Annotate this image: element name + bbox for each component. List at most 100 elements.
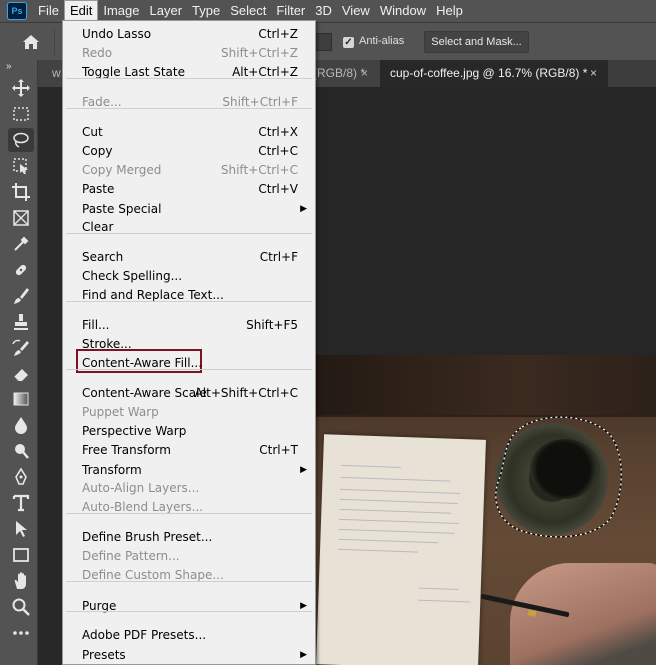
pen-tool-icon[interactable] [8,465,34,489]
object-selection-tool-icon[interactable] [8,154,34,178]
menu-type[interactable]: Type [187,0,225,22]
handwriting-line [338,548,419,553]
menu-item-shortcut: Shift+Ctrl+C [220,163,298,177]
document-tab-active[interactable]: cup-of-coffee.jpg @ 16.7% (RGB/8) * × [380,60,608,87]
handwriting-line [338,538,439,544]
submenu-arrow-icon: ▶ [300,204,307,214]
lasso-tool-icon[interactable] [8,128,34,152]
gradient-tool-icon[interactable] [8,387,34,411]
menu-item-label: Perspective Warp [82,424,187,438]
menu-item-perspective-warp[interactable]: Perspective Warp [63,422,315,441]
menu-item-find-and-replace-text[interactable]: Find and Replace Text... [63,286,315,305]
menu-item-label: Fill... [82,318,110,332]
menu-image[interactable]: Image [98,0,144,22]
crop-tool-icon[interactable] [8,180,34,204]
handwriting-line [338,528,455,534]
eraser-tool-icon[interactable] [8,362,34,386]
zoom-tool-icon[interactable] [8,595,34,619]
menu-item-copy[interactable]: Copy Ctrl+C [63,142,315,161]
menu-item-label: Stroke... [82,337,132,351]
menu-item-label: Define Custom Shape... [82,568,224,582]
tab-bar-empty [608,60,656,87]
photoshop-logo-icon[interactable]: Ps [7,2,27,20]
menu-item-puppet-warp: Puppet Warp [63,403,315,422]
dodge-tool-icon[interactable] [8,439,34,463]
menu-item-adobe-pdf-presets[interactable]: Adobe PDF Presets... [63,626,315,645]
menu-item-paste[interactable]: Paste Ctrl+V [63,180,315,199]
menu-item-shortcut: Ctrl+V [258,182,298,196]
rectangle-tool-icon[interactable] [8,543,34,567]
close-tab-icon[interactable]: × [361,60,368,87]
menu-item-undo-lasso[interactable]: Undo Lasso Ctrl+Z [63,25,315,44]
menu-edit[interactable]: Edit [63,0,99,22]
photoshop-window: Ps File Edit Image Layer Type Select Filter 3D V… [0,0,656,665]
menu-item-label: Copy [82,144,113,158]
menu-item-shortcut: Shift+Ctrl+F [222,95,298,109]
menu-file[interactable]: File [33,0,64,22]
menu-item-stroke[interactable]: Stroke... [63,335,315,354]
move-tool-icon[interactable] [8,76,34,100]
history-brush-tool-icon[interactable] [8,336,34,360]
handwritten-paper [316,434,486,665]
menu-item-shortcut: Alt+Shift+Ctrl+C [194,386,298,400]
more-tools-icon[interactable] [8,621,34,645]
menu-3d[interactable]: 3D [310,0,337,22]
handwriting-line [339,518,460,525]
menu-select[interactable]: Select [225,0,271,22]
menu-item-search[interactable]: Search Ctrl+F [63,248,315,267]
brush-tool-icon[interactable] [8,284,34,308]
menu-help[interactable]: Help [431,0,468,22]
menu-item-fill[interactable]: Fill... Shift+F5 [63,316,315,335]
submenu-arrow-icon: ▶ [300,465,307,475]
document-canvas[interactable] [316,87,656,665]
menu-item-transform[interactable]: Transform ▶ [63,461,315,480]
menu-item-define-brush-preset[interactable]: Define Brush Preset... [63,528,315,547]
blur-tool-icon[interactable] [8,413,34,437]
menu-item-label: Paste [82,182,115,196]
clone-stamp-tool-icon[interactable] [8,310,34,334]
menu-item-auto-align-layers: Auto-Align Layers... [63,479,315,498]
menu-filter[interactable]: Filter [271,0,310,22]
path-selection-tool-icon[interactable] [8,517,34,541]
menu-item-presets[interactable]: Presets ▶ [63,646,315,665]
menu-item-content-aware-fill[interactable]: Content-Aware Fill... [63,354,315,373]
home-icon[interactable] [22,34,40,50]
menu-item-free-transform[interactable]: Free Transform Ctrl+T [63,441,315,460]
menu-item-paste-special[interactable]: Paste Special ▶ [63,200,315,219]
frame-tool-icon[interactable] [8,206,34,230]
menu-window[interactable]: Window [375,0,431,22]
handwriting-line [418,599,471,603]
menu-item-purge[interactable]: Purge ▶ [63,597,315,616]
menu-item-toggle-last-state[interactable]: Toggle Last State Alt+Ctrl+Z [63,63,315,82]
healing-brush-tool-icon[interactable] [8,258,34,282]
menu-item-shortcut: Shift+F5 [246,318,298,332]
menu-item-cut[interactable]: Cut Ctrl+X [63,123,315,142]
anti-alias-checkbox[interactable]: ✓ [343,37,354,48]
submenu-arrow-icon: ▶ [300,601,307,611]
type-tool-icon[interactable] [8,491,34,515]
menu-item-label: Undo Lasso [82,27,152,41]
menu-item-label: Search [82,250,124,264]
marquee-tool-icon[interactable] [8,102,34,126]
menu-item-shortcut: Ctrl+F [259,250,298,264]
menu-item-content-aware-scale[interactable]: Content-Aware Scale Alt+Shift+Ctrl+C [63,384,315,403]
menu-item-shortcut: Alt+Ctrl+Z [232,65,298,79]
menu-item-clear[interactable]: Clear [63,218,315,237]
eyedropper-tool-icon[interactable] [8,232,34,256]
submenu-arrow-icon: ▶ [300,650,307,660]
menu-separator [66,233,312,234]
feather-input[interactable] [316,33,332,51]
menu-item-redo: Redo Shift+Ctrl+Z [63,44,315,63]
menu-layer[interactable]: Layer [145,0,188,22]
collapse-panel-icon[interactable]: » [6,61,11,72]
menu-view[interactable]: View [337,0,375,22]
menu-item-label: Fade... [82,95,122,109]
close-tab-icon[interactable]: × [590,60,597,87]
handwriting-line [339,508,452,514]
select-and-mask-button[interactable]: Select and Mask... [424,31,529,53]
menu-item-label: Find and Replace Text... [82,288,224,302]
menu-item-check-spelling[interactable]: Check Spelling... [63,267,315,286]
hand-tool-icon[interactable] [8,569,34,593]
menu-separator [66,78,312,79]
menu-item-shortcut: Ctrl+Z [258,27,298,41]
